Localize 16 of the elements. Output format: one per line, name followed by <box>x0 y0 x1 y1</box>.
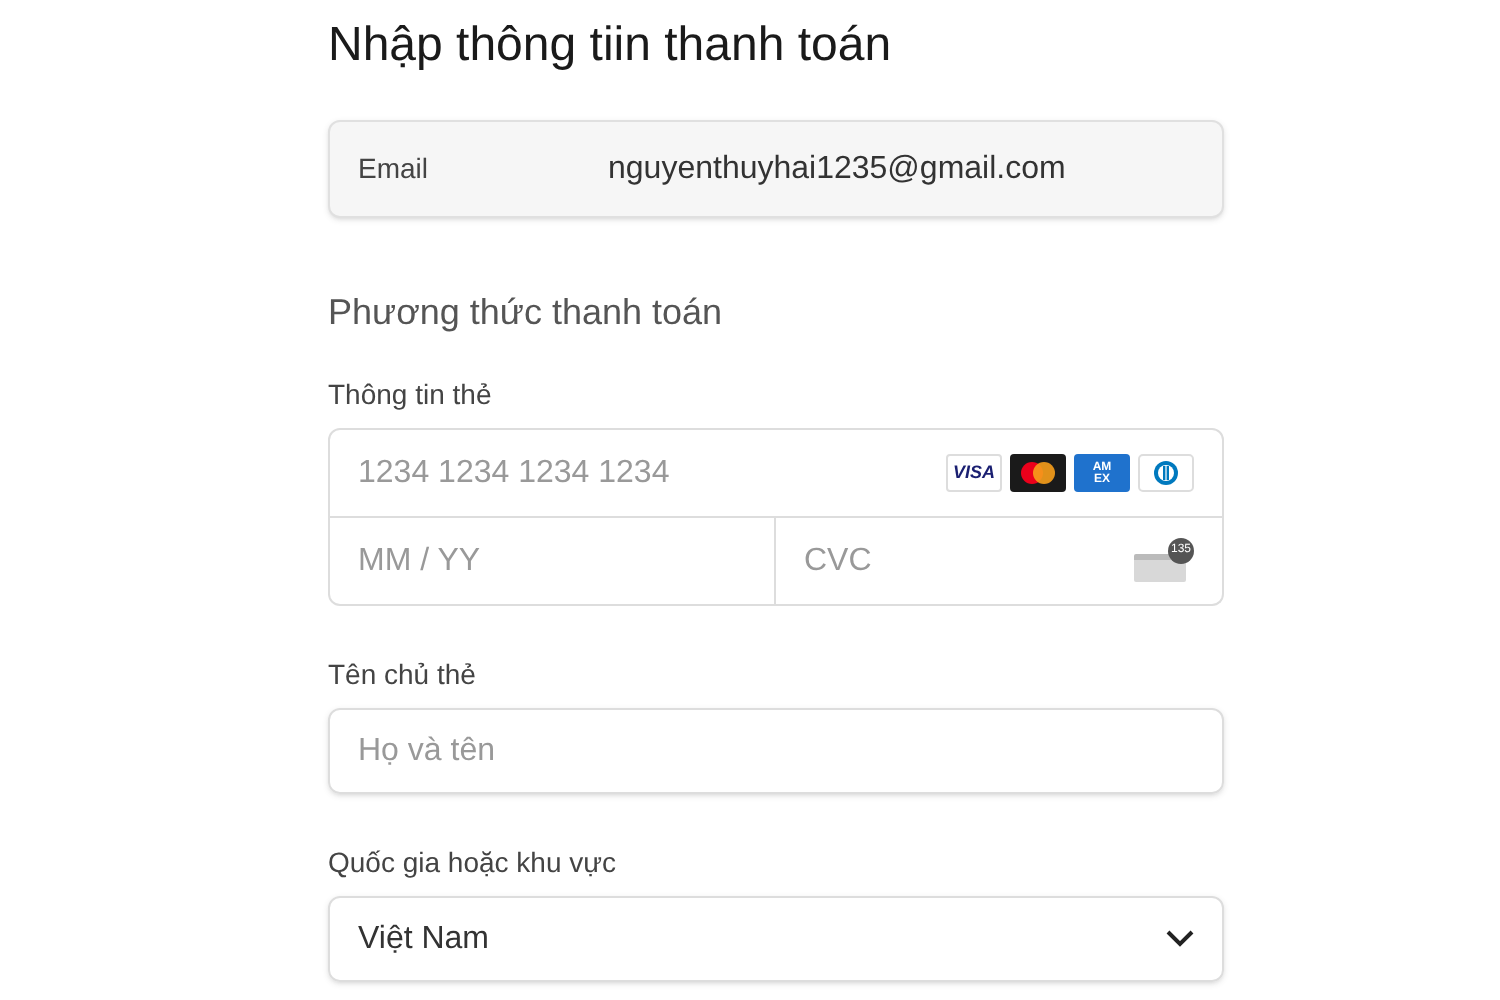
page-title: Nhập thông tiin thanh toán <box>328 16 894 76</box>
country-select[interactable]: Việt Nam <box>328 896 1224 982</box>
cvc-input[interactable]: CVC <box>776 518 1134 604</box>
email-label: Email <box>358 150 431 188</box>
card-label: Thông tin thẻ <box>328 376 494 414</box>
mastercard-logo <box>1010 454 1066 492</box>
section-title: Phương thức thanh toán <box>328 290 725 334</box>
chevron-down-icon <box>1166 930 1194 948</box>
visa-logo: VISA <box>946 454 1002 492</box>
email-value: nguyenthuyhai1235@gmail.com <box>608 149 1066 189</box>
card-number-input[interactable]: 1234 1234 1234 1234 <box>330 430 946 516</box>
country-label: Quốc gia hoặc khu vực <box>328 844 619 882</box>
cardholder-label: Tên chủ thẻ <box>328 656 478 694</box>
diners-logo <box>1138 454 1194 492</box>
cardholder-field[interactable]: Họ và tên <box>328 708 1224 794</box>
expiry-input[interactable]: MM / YY <box>330 518 774 604</box>
